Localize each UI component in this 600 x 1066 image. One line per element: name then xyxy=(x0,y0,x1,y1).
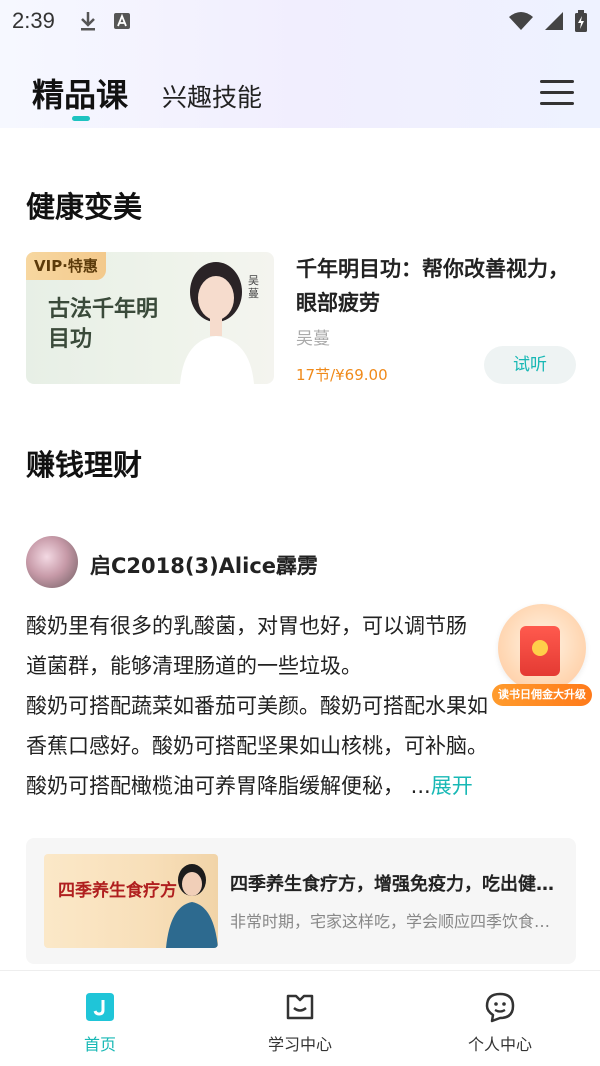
avatar[interactable] xyxy=(26,536,78,588)
study-center-icon xyxy=(286,994,314,1020)
thumbnail-instructor-name: 吴蔓 xyxy=(248,274,259,300)
related-thumbnail-text: 四季养生食疗方 xyxy=(58,881,177,901)
home-icon xyxy=(86,993,114,1021)
cellular-signal-icon xyxy=(545,12,563,30)
course-card[interactable]: VIP·特惠 古法千年明目功 吴蔓 千年明目功：帮你改善视力，眼部疲劳 吴蔓 1… xyxy=(26,252,576,384)
post-line: 香蕉口感好。酸奶可搭配坚果如山核桃，可补脑。 xyxy=(26,734,488,758)
profile-chat-icon xyxy=(485,992,515,1023)
nav-home-label: 首页 xyxy=(83,1035,116,1054)
post-line: 酸奶可搭配橄榄油可养胃降脂缓解便秘， ... xyxy=(26,774,431,798)
course-author: 吴蔓 xyxy=(296,329,330,349)
related-course-title: 四季养生食疗方，增强免疫力，吃出健康好身体 xyxy=(230,874,560,895)
nav-profile-label: 个人中心 xyxy=(467,1035,532,1054)
course-price: 17节/¥69.00 xyxy=(296,366,388,384)
expand-link[interactable]: 展开 xyxy=(431,774,473,798)
nav-study-center[interactable]: 学习中心 xyxy=(200,971,400,1066)
section-title-finance: 赚钱理财 xyxy=(26,448,143,482)
vip-badge: VIP·特惠 xyxy=(26,252,106,280)
section-title-health: 健康变美 xyxy=(26,190,143,224)
related-course-card[interactable]: 四季养生食疗方 四季养生食疗方，增强免疫力，吃出健康好身体 非常时期，宅家这样吃… xyxy=(26,838,576,964)
download-icon xyxy=(80,12,95,31)
red-envelope-icon xyxy=(520,626,560,676)
trial-listen-button[interactable]: 试听 xyxy=(484,346,576,384)
status-bar: 2:39 xyxy=(0,0,600,42)
nav-home[interactable]: 首页 xyxy=(0,971,200,1066)
related-course-subtitle: 非常时期，宅家这样吃，学会顺应四季饮食养生 xyxy=(230,912,560,931)
nav-profile[interactable]: 个人中心 xyxy=(400,971,600,1066)
status-time: 2:39 xyxy=(12,8,55,33)
nav-study-label: 学习中心 xyxy=(267,1035,332,1054)
menu-icon[interactable] xyxy=(540,80,574,110)
thumbnail-title: 古法千年明目功 xyxy=(48,296,159,352)
top-tab-bar: 精品课 兴趣技能 xyxy=(0,62,600,128)
course-title[interactable]: 千年明目功：帮你改善视力，眼部疲劳 xyxy=(296,252,576,320)
battery-icon xyxy=(575,10,587,32)
text-a-icon xyxy=(113,13,130,29)
instructor-photo xyxy=(180,262,254,384)
speaker-photo xyxy=(166,864,218,948)
related-course-thumbnail: 四季养生食疗方 xyxy=(44,854,218,948)
post-author-name[interactable]: 启C2018(3)Alice霹雳 xyxy=(90,550,318,580)
floating-promo-button[interactable]: 读书日佣金大升级 xyxy=(492,604,592,708)
active-tab-indicator xyxy=(72,116,90,121)
promo-label: 读书日佣金大升级 xyxy=(492,684,592,706)
course-thumbnail[interactable]: VIP·特惠 古法千年明目功 吴蔓 xyxy=(26,252,274,384)
tab-interest-skills[interactable]: 兴趣技能 xyxy=(162,78,262,114)
post-line-last: 酸奶可搭配橄榄油可养胃降脂缓解便秘， ...展开 xyxy=(26,766,586,806)
wifi-icon xyxy=(509,12,533,30)
bottom-navigation: 首页 学习中心 个人中心 xyxy=(0,970,600,1066)
tab-featured-courses[interactable]: 精品课 xyxy=(32,70,128,116)
